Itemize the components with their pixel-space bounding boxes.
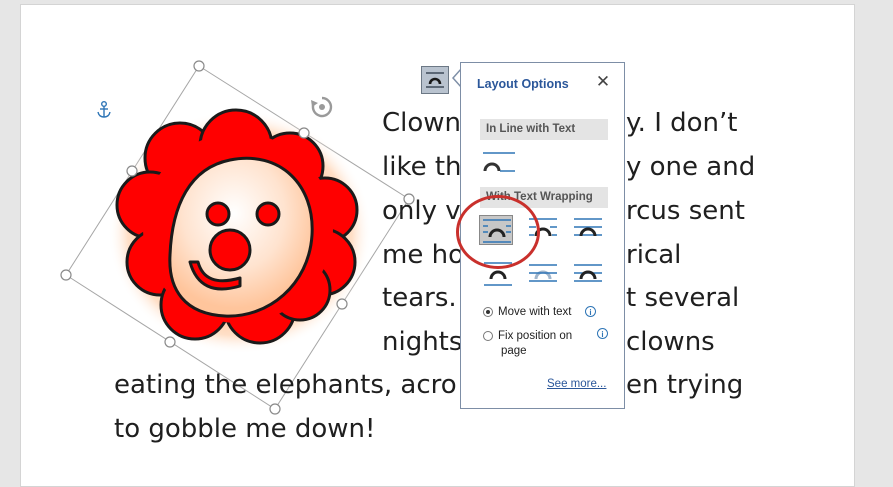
fix-position-label-2: page xyxy=(501,345,527,357)
wrap-square-icon xyxy=(426,72,444,88)
wrap-behind-text-icon xyxy=(529,264,557,282)
clown-eye-left xyxy=(205,201,231,227)
doc-line-4b: rical xyxy=(626,240,682,270)
layout-options-button[interactable] xyxy=(421,66,449,94)
panel-title: Layout Options xyxy=(477,77,569,91)
wrap-in-front-icon xyxy=(574,264,602,282)
doc-line-6a: nights xyxy=(382,327,463,357)
doc-line-7a: eating the elephants, acro xyxy=(114,370,457,400)
info-icon[interactable]: i xyxy=(597,328,608,339)
doc-line-2b: y one and xyxy=(626,152,756,182)
inline-section-header: In Line with Text xyxy=(480,119,608,140)
info-icon[interactable]: i xyxy=(585,306,596,317)
move-with-text-label: Move with text xyxy=(498,306,572,318)
fix-position-option[interactable]: Fix position on page xyxy=(483,329,572,359)
close-icon[interactable]: ✕ xyxy=(595,73,611,91)
fix-position-radio[interactable] xyxy=(483,330,493,341)
move-with-text-option[interactable]: Move with text xyxy=(483,306,572,318)
move-with-text-radio[interactable] xyxy=(483,306,493,317)
clown-eye-right xyxy=(255,201,281,227)
doc-line-1b: y. I don’t xyxy=(626,108,738,138)
doc-line-2a: like th xyxy=(382,152,462,182)
rotate-handle-icon[interactable] xyxy=(309,94,335,124)
doc-line-1a: Clown xyxy=(382,108,462,138)
wrap-in-front-option[interactable] xyxy=(571,259,605,289)
inline-with-text-option[interactable] xyxy=(481,149,515,179)
doc-line-5b: t several xyxy=(626,283,740,313)
fix-position-label-1: Fix position on xyxy=(498,330,573,342)
doc-line-3b: rcus sent xyxy=(626,196,745,226)
doc-line-6b: clowns xyxy=(626,327,715,357)
doc-line-4a: me ho xyxy=(382,240,464,270)
highlight-ring xyxy=(456,195,540,269)
wrap-through-icon xyxy=(574,218,602,237)
wrap-through-option[interactable] xyxy=(571,215,605,245)
see-more-link[interactable]: See more... xyxy=(547,378,606,390)
doc-line-8: to gobble me down! xyxy=(114,414,376,444)
inline-with-text-icon xyxy=(483,152,515,172)
doc-line-3a: only v xyxy=(382,196,461,226)
doc-line-5a: tears. xyxy=(382,283,457,313)
clown-nose xyxy=(208,228,252,272)
wrap-behind-text-option[interactable] xyxy=(526,259,560,289)
doc-line-7b: en trying xyxy=(626,370,744,400)
